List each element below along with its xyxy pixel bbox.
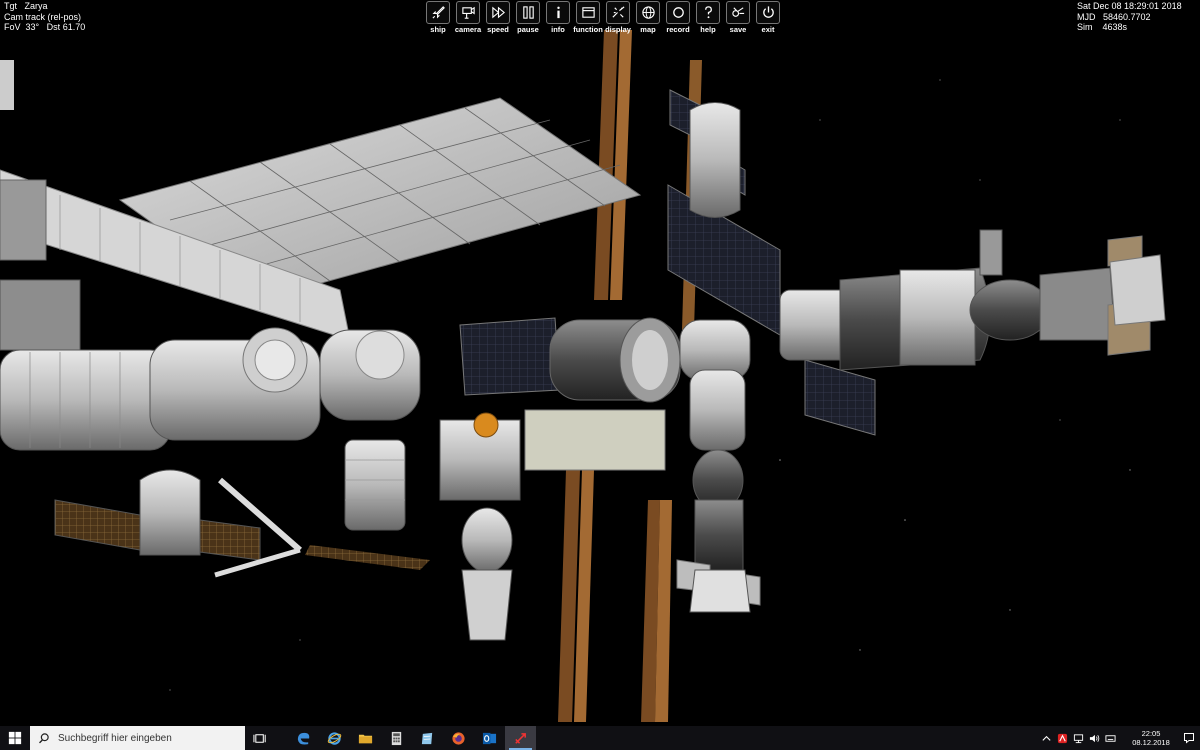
taskbar-internet-explorer[interactable] <box>319 726 350 750</box>
exit-button-label: exit <box>761 25 775 34</box>
system-tray: 22:05 08.12.2018 <box>1038 726 1200 750</box>
hud-mjd-label: MJD <box>1077 11 1096 22</box>
tray-volume[interactable] <box>1087 726 1101 750</box>
tray-input-method[interactable] <box>1103 726 1117 750</box>
taskbar-outlook[interactable] <box>474 726 505 750</box>
clock-time: 22:05 <box>1141 729 1161 738</box>
hud-target-info: Tgt Zarya Cam track (rel-pos) FoV 33° Ds… <box>4 1 85 33</box>
tray-network[interactable] <box>1071 726 1085 750</box>
hud-fov-row: FoV 33° Dst 61.70 <box>4 22 85 33</box>
taskbar-firefox[interactable] <box>443 726 474 750</box>
firefox-icon <box>452 731 465 745</box>
outlook-icon <box>482 732 497 744</box>
record-icon <box>666 1 690 24</box>
save-button[interactable]: save <box>723 0 753 34</box>
display-button[interactable]: display <box>603 0 633 34</box>
info-button-label: info <box>551 25 565 34</box>
function-button[interactable]: function <box>573 0 603 34</box>
hud-date: Sat Dec 08 18:29:01 2018 <box>1077 1 1182 11</box>
taskbar-file-explorer[interactable] <box>350 726 381 750</box>
info-icon <box>546 1 570 24</box>
globe-icon <box>636 1 660 24</box>
speed-button[interactable]: speed <box>483 0 513 34</box>
exit-button[interactable]: exit <box>753 0 783 34</box>
taskbar-edge[interactable] <box>288 726 319 750</box>
hud-target-row: Tgt Zarya <box>4 1 85 12</box>
taskbar-notepad[interactable] <box>412 726 443 750</box>
hud-sim-value: 4638s <box>1102 22 1128 32</box>
map-button[interactable]: map <box>633 0 663 34</box>
map-button-label: map <box>640 25 656 34</box>
taskbar-clock[interactable]: 22:05 08.12.2018 <box>1124 729 1178 747</box>
edge-icon <box>297 732 310 745</box>
search-icon <box>39 733 49 744</box>
chevron-up-icon <box>1041 735 1051 741</box>
camera-button[interactable]: camera <box>453 0 483 34</box>
ship-button-label: ship <box>430 25 446 34</box>
function-button-label: function <box>573 25 603 34</box>
keyboard-icon <box>1104 734 1116 742</box>
hud-sim-row: Sim 4638s <box>1077 22 1182 33</box>
task-view-button[interactable] <box>245 726 276 750</box>
power-icon <box>756 1 780 24</box>
help-icon <box>696 1 720 24</box>
task-view-icon <box>253 733 266 743</box>
pause-button-label: pause <box>517 25 539 34</box>
tray-antivirus[interactable] <box>1055 726 1069 750</box>
pause-button[interactable]: pause <box>513 0 543 34</box>
pause-icon <box>516 1 540 24</box>
clock-date: 08.12.2018 <box>1132 738 1170 747</box>
hud-mjd-row: MJD 58460.7702 <box>1077 12 1182 23</box>
info-button[interactable]: info <box>543 0 573 34</box>
help-button-label: help <box>700 25 716 34</box>
hud-dst-value: 61.70 <box>62 22 86 32</box>
notepad-icon <box>421 732 433 744</box>
space-station-scene <box>0 30 1166 722</box>
camera-icon <box>456 1 480 24</box>
save-icon <box>726 1 750 24</box>
record-button-label: record <box>666 25 690 34</box>
ship-button[interactable]: ship <box>423 0 453 34</box>
hud-time-info: Sat Dec 08 18:29:01 2018 MJD 58460.7702 … <box>1077 1 1182 33</box>
hud-fov-value: 33° <box>25 22 40 32</box>
hud-dst-label: Dst <box>46 22 61 32</box>
action-center-button[interactable] <box>1178 726 1200 750</box>
network-icon <box>1073 733 1083 743</box>
hud-camera-mode: Cam track (rel-pos) <box>4 11 82 22</box>
hud-mjd-value: 58460.7702 <box>1103 11 1151 22</box>
display-button-label: display <box>605 25 631 34</box>
speaker-icon <box>1089 734 1099 742</box>
search-input[interactable] <box>58 732 238 744</box>
main-toolbar: ship camera speed pause info function di… <box>423 0 783 34</box>
record-button[interactable]: record <box>663 0 693 34</box>
taskbar-orbiter[interactable] <box>505 726 536 750</box>
speed-button-label: speed <box>487 25 509 34</box>
notification-icon <box>1184 733 1194 744</box>
hud-fov-label: FoV <box>4 22 21 32</box>
orbiter-icon <box>515 732 526 744</box>
hud-target-label: Tgt <box>4 1 18 11</box>
taskbar: 22:05 08.12.2018 <box>0 726 1200 750</box>
calculator-icon <box>391 731 402 745</box>
antivirus-icon <box>1057 733 1067 743</box>
taskbar-search[interactable] <box>30 726 245 750</box>
fast-forward-icon <box>486 1 510 24</box>
hud-target-value: Zarya <box>24 1 48 11</box>
windows-logo-icon <box>8 731 22 745</box>
internet-explorer-icon <box>327 731 342 745</box>
file-explorer-icon <box>358 734 373 743</box>
start-button[interactable] <box>0 726 30 750</box>
taskbar-calculator[interactable] <box>381 726 412 750</box>
window-icon <box>576 1 600 24</box>
camera-button-label: camera <box>454 25 482 34</box>
hud-sim-label: Sim <box>1077 22 1093 32</box>
display-icon <box>606 1 630 24</box>
help-button[interactable]: help <box>693 0 723 34</box>
save-button-label: save <box>729 25 747 34</box>
tray-overflow-button[interactable] <box>1039 726 1053 750</box>
rocket-icon <box>426 1 450 24</box>
